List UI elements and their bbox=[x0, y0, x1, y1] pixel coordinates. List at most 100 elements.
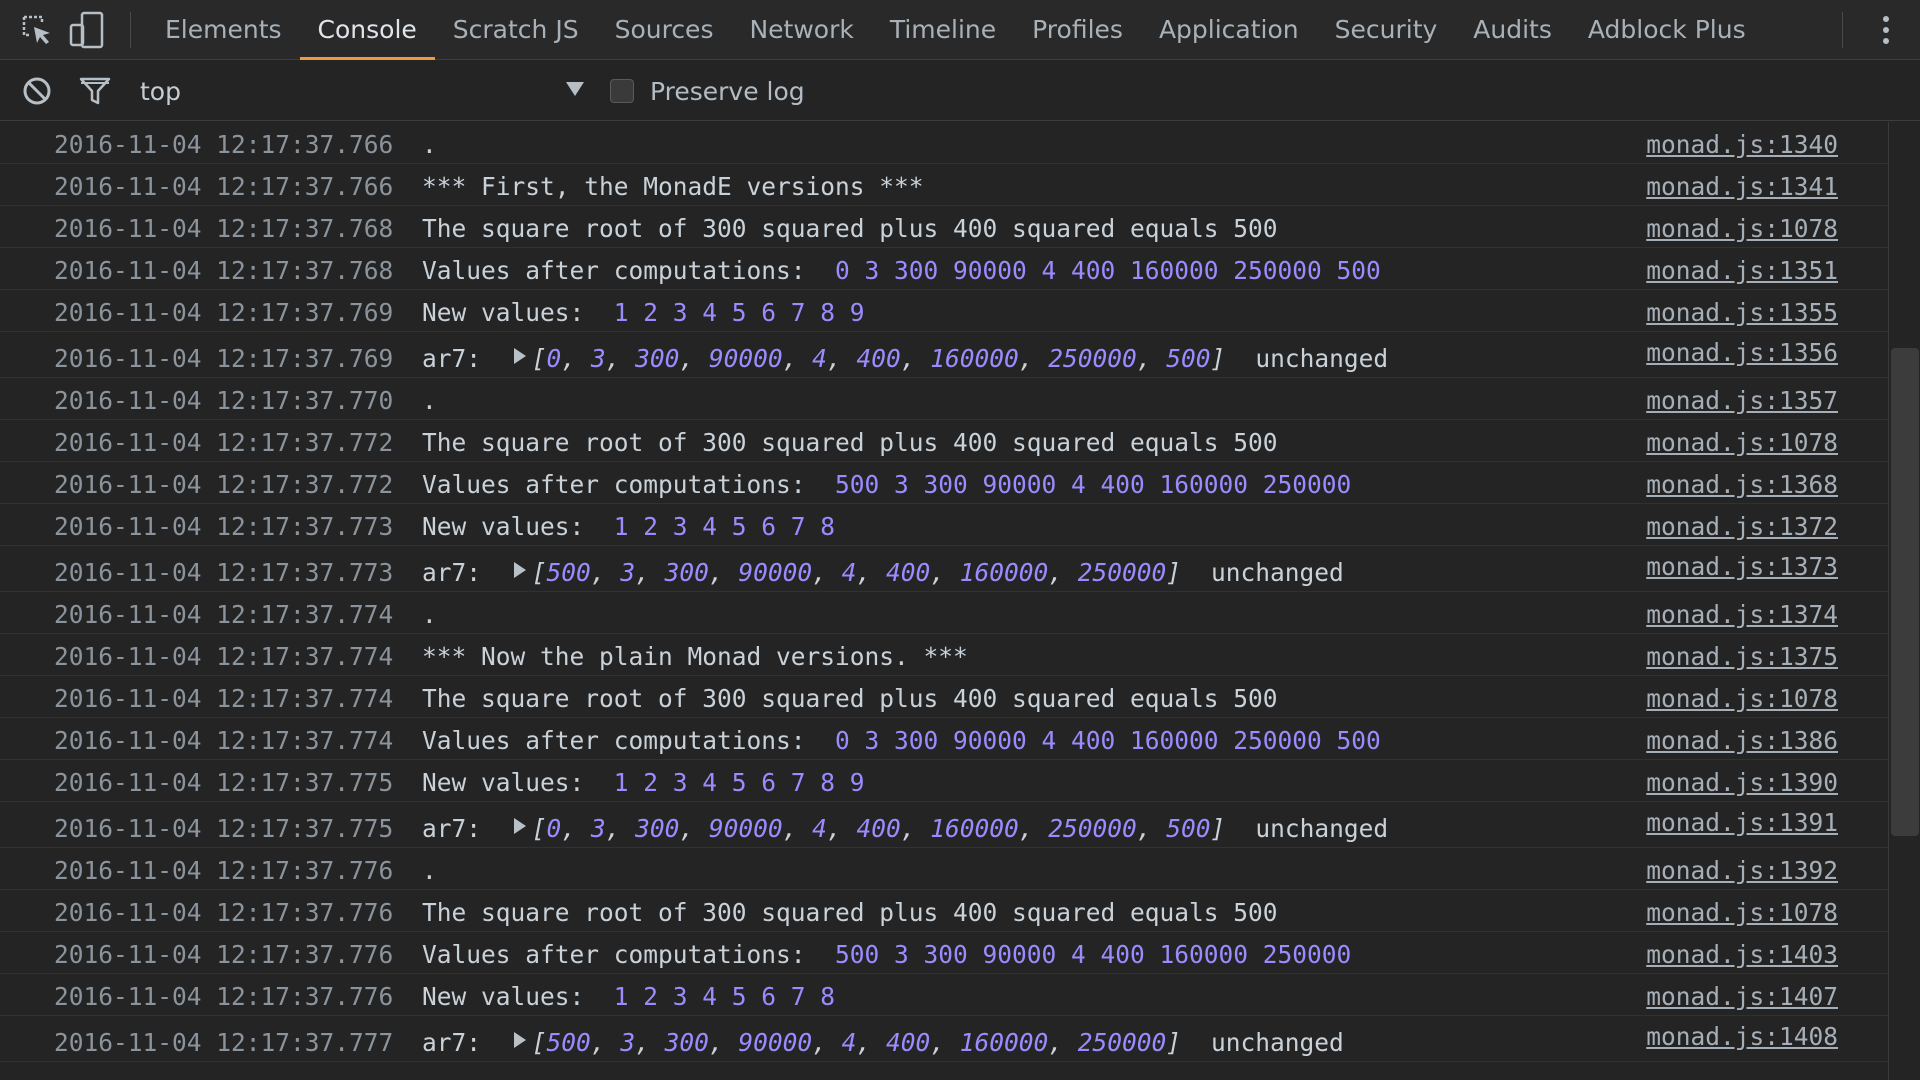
inspect-element-icon[interactable] bbox=[12, 0, 62, 60]
tab-network[interactable]: Network bbox=[731, 0, 871, 60]
message-suffix: unchanged bbox=[1255, 344, 1389, 373]
console-message-row: 2016-11-04 12:17:37.775 New values: 1 2 3… bbox=[0, 760, 1888, 802]
message-text: Values after computations: 0 3 300 90000… bbox=[422, 256, 1381, 285]
device-toolbar-icon[interactable] bbox=[62, 0, 112, 60]
message-source-link[interactable]: monad.js:1078 bbox=[1646, 428, 1838, 457]
message-source-link[interactable]: monad.js:1341 bbox=[1646, 172, 1838, 201]
context-value: top bbox=[140, 76, 181, 106]
message-source-link[interactable]: monad.js:1407 bbox=[1646, 982, 1838, 1011]
scrollbar-thumb[interactable] bbox=[1891, 348, 1919, 836]
array-preview[interactable]: [0, 3, 300, 90000, 4, 400, 160000, 25000… bbox=[532, 814, 1226, 843]
message-source-link[interactable]: monad.js:1375 bbox=[1646, 642, 1838, 671]
filter-icon[interactable] bbox=[72, 61, 118, 121]
message-source-link[interactable]: monad.js:1408 bbox=[1646, 1022, 1838, 1051]
expand-triangle-icon[interactable] bbox=[513, 348, 526, 364]
message-values: 1 2 3 4 5 6 7 8 9 bbox=[613, 298, 865, 327]
tab-timeline[interactable]: Timeline bbox=[872, 0, 1014, 60]
message-text: New values: 1 2 3 4 5 6 7 8 bbox=[422, 512, 835, 541]
array-item: 400 bbox=[885, 1028, 931, 1057]
message-timestamp: 2016-11-04 12:17:37.776 bbox=[54, 940, 394, 969]
message-timestamp: 2016-11-04 12:17:37.772 bbox=[54, 470, 394, 499]
toolbar-divider bbox=[1842, 12, 1843, 48]
array-item: 3 bbox=[620, 558, 636, 587]
console-message-row: 2016-11-04 12:17:37.774 *** Now the plain… bbox=[0, 634, 1888, 676]
devtools-tab-bar: Elements Console Scratch JS Sources Network T… bbox=[0, 0, 1920, 60]
message-timestamp: 2016-11-04 12:17:37.769 bbox=[54, 344, 394, 373]
message-values: 500 3 300 90000 4 400 160000 250000 bbox=[835, 470, 1352, 499]
message-label: ar7: bbox=[422, 344, 496, 373]
message-timestamp: 2016-11-04 12:17:37.775 bbox=[54, 814, 394, 843]
message-values: 1 2 3 4 5 6 7 8 9 bbox=[613, 768, 865, 797]
message-values: 0 3 300 90000 4 400 160000 250000 500 bbox=[835, 256, 1381, 285]
tab-elements[interactable]: Elements bbox=[147, 0, 300, 60]
console-message-row: 2016-11-04 12:17:37.774 Values after comp… bbox=[0, 718, 1888, 760]
more-options-icon[interactable] bbox=[1868, 0, 1904, 60]
message-source-link[interactable]: monad.js:1340 bbox=[1646, 130, 1838, 159]
message-source-link[interactable]: monad.js:1391 bbox=[1646, 808, 1838, 837]
expand-triangle-icon[interactable] bbox=[513, 562, 526, 578]
message-timestamp: 2016-11-04 12:17:37.775 bbox=[54, 768, 394, 797]
message-source-link[interactable]: monad.js:1078 bbox=[1646, 898, 1838, 927]
message-timestamp: 2016-11-04 12:17:37.768 bbox=[54, 214, 394, 243]
message-source-link[interactable]: monad.js:1374 bbox=[1646, 600, 1838, 629]
message-source-link[interactable]: monad.js:1373 bbox=[1646, 552, 1838, 581]
message-text: New values: 1 2 3 4 5 6 7 8 9 bbox=[422, 298, 865, 327]
clear-console-icon[interactable] bbox=[14, 61, 60, 121]
message-text: The square root of 300 squared plus 400 … bbox=[422, 214, 1278, 243]
message-source-link[interactable]: monad.js:1355 bbox=[1646, 298, 1838, 327]
message-source-link[interactable]: monad.js:1351 bbox=[1646, 256, 1838, 285]
message-source-link[interactable]: monad.js:1390 bbox=[1646, 768, 1838, 797]
message-source-link[interactable]: monad.js:1078 bbox=[1646, 684, 1838, 713]
message-text: The square root of 300 squared plus 400 … bbox=[422, 428, 1278, 457]
tab-sources[interactable]: Sources bbox=[597, 0, 732, 60]
message-timestamp: 2016-11-04 12:17:37.773 bbox=[54, 512, 394, 541]
console-message-row: 2016-11-04 12:17:37.769 ar7: [0, 3, 300, … bbox=[0, 332, 1888, 378]
message-text: The square root of 300 squared plus 400 … bbox=[422, 898, 1278, 927]
tab-console[interactable]: Console bbox=[299, 0, 436, 60]
tab-security[interactable]: Security bbox=[1317, 0, 1456, 60]
array-item: 500 bbox=[546, 1028, 591, 1057]
preserve-log-checkbox[interactable] bbox=[610, 79, 634, 103]
message-timestamp: 2016-11-04 12:17:37.774 bbox=[54, 726, 394, 755]
tab-audits[interactable]: Audits bbox=[1455, 0, 1570, 60]
tab-profiles[interactable]: Profiles bbox=[1014, 0, 1141, 60]
message-label: ar7: bbox=[422, 1028, 496, 1057]
expand-triangle-icon[interactable] bbox=[513, 818, 526, 834]
array-item: 4 bbox=[812, 344, 827, 373]
message-source-link[interactable]: monad.js:1356 bbox=[1646, 338, 1838, 367]
message-source-link[interactable]: monad.js:1403 bbox=[1646, 940, 1838, 969]
array-item: 90000 bbox=[708, 344, 783, 373]
console-message-row: 2016-11-04 12:17:37.766. monad.js:1340 bbox=[0, 122, 1888, 164]
message-label: New values: bbox=[422, 768, 600, 797]
array-item: 300 bbox=[635, 344, 680, 373]
message-source-link[interactable]: monad.js:1357 bbox=[1646, 386, 1838, 415]
array-preview[interactable]: [500, 3, 300, 90000, 4, 400, 160000, 250… bbox=[532, 558, 1181, 587]
message-timestamp: 2016-11-04 12:17:37.769 bbox=[54, 298, 394, 327]
console-message-row: 2016-11-04 12:17:37.773 ar7: [500, 3, 300… bbox=[0, 546, 1888, 592]
console-message-row: 2016-11-04 12:17:37.773 New values: 1 2 3… bbox=[0, 504, 1888, 546]
array-preview[interactable]: [0, 3, 300, 90000, 4, 400, 160000, 25000… bbox=[532, 344, 1226, 373]
console-toolbar: top Preserve log bbox=[0, 61, 1920, 121]
message-source-link[interactable]: monad.js:1368 bbox=[1646, 470, 1838, 499]
array-item: 4 bbox=[812, 814, 827, 843]
console-message-row: 2016-11-04 12:17:37.768 The square root o… bbox=[0, 206, 1888, 248]
tab-scratch-js[interactable]: Scratch JS bbox=[435, 0, 597, 60]
execution-context-select[interactable]: top bbox=[140, 61, 585, 121]
message-source-link[interactable]: monad.js:1386 bbox=[1646, 726, 1838, 755]
dropdown-arrow-icon bbox=[565, 81, 585, 101]
array-item: 4 bbox=[841, 558, 857, 587]
array-item: 90000 bbox=[738, 558, 813, 587]
array-preview[interactable]: [500, 3, 300, 90000, 4, 400, 160000, 250… bbox=[532, 1028, 1181, 1057]
tab-application[interactable]: Application bbox=[1141, 0, 1317, 60]
message-source-link[interactable]: monad.js:1372 bbox=[1646, 512, 1838, 541]
array-item: 0 bbox=[546, 814, 562, 843]
message-source-link[interactable]: monad.js:1078 bbox=[1646, 214, 1838, 243]
expand-triangle-icon[interactable] bbox=[513, 1032, 526, 1048]
message-source-link[interactable]: monad.js:1392 bbox=[1646, 856, 1838, 885]
preserve-log-toggle[interactable]: Preserve log bbox=[610, 61, 805, 121]
console-message-row: 2016-11-04 12:17:37.769 New values: 1 2 3… bbox=[0, 290, 1888, 332]
console-message-row: 2016-11-04 12:17:37.774 The square root o… bbox=[0, 676, 1888, 718]
message-text: . bbox=[422, 386, 437, 415]
tab-adblock-plus[interactable]: Adblock Plus bbox=[1570, 0, 1764, 60]
message-text: . bbox=[422, 600, 437, 629]
